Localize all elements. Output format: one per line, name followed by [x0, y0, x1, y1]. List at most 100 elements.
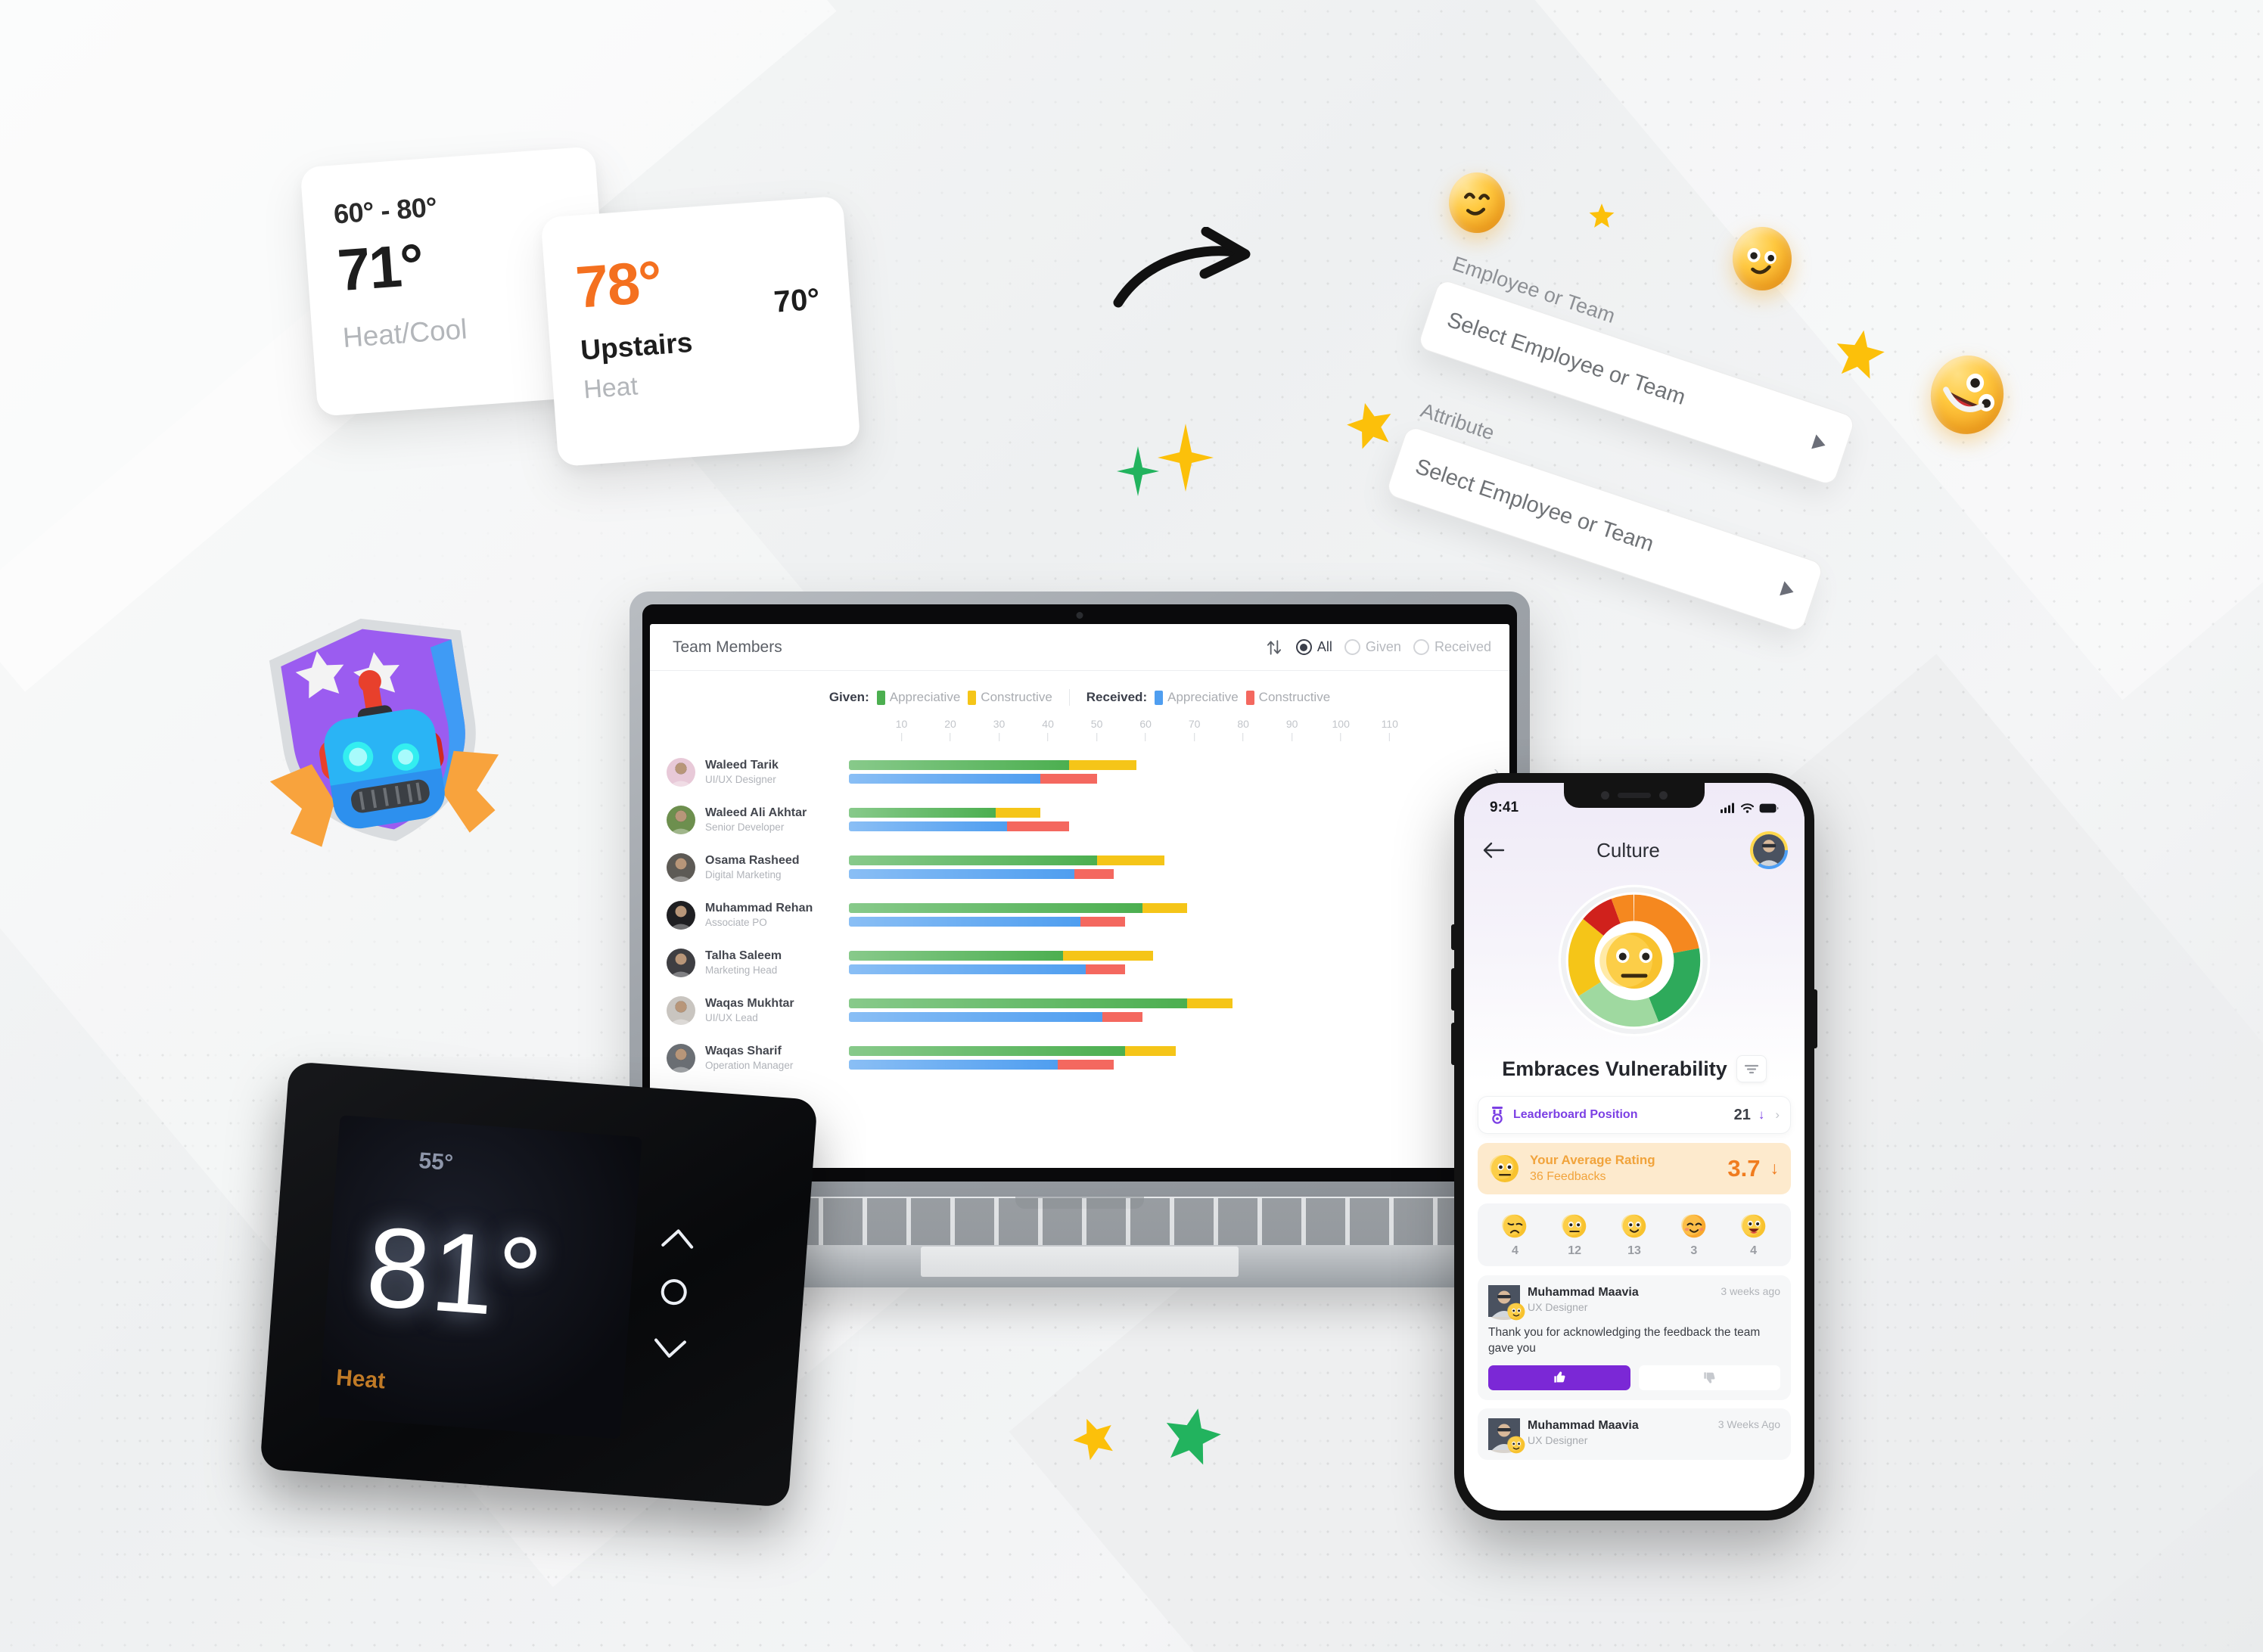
- thermostat-current-temp: 81°: [362, 1202, 548, 1343]
- bar-segment-received-appreciative: [849, 821, 1007, 831]
- yellow-small-star: [1589, 203, 1615, 228]
- bar-segment-given-constructive: [1142, 903, 1188, 913]
- dropdown-caret-icon[interactable]: [1811, 434, 1828, 453]
- axis-tick-label: 60: [1139, 718, 1152, 730]
- axis-tick: 20: [944, 718, 956, 741]
- stacked-bar: [849, 760, 1497, 770]
- table-row[interactable]: Waqas Sharif Operation Manager: [650, 1034, 1509, 1082]
- emoji-col-blush[interactable]: 3: [1680, 1213, 1707, 1258]
- filter-icon[interactable]: [1736, 1055, 1767, 1082]
- bar-segment-given-constructive: [1063, 951, 1154, 961]
- stacked-bar: [849, 1012, 1497, 1022]
- table-row[interactable]: Osama Rasheed Digital Marketing: [650, 843, 1509, 891]
- table-row[interactable]: Waleed Tarik UI/UX Designer ›: [650, 748, 1509, 796]
- thermostat-card-upstairs[interactable]: 78° 70° Upstairs Heat: [540, 195, 861, 467]
- legend-item-given-constructive: Constructive: [968, 690, 1052, 705]
- feedback-author-role-2: UX Designer: [1528, 1434, 1588, 1447]
- member-role: Associate PO: [705, 916, 767, 928]
- attribute-row: Embraces Vulnerability: [1464, 1055, 1804, 1082]
- member-role: Operation Manager: [705, 1059, 794, 1071]
- feedback-card-2: Muhammad Maavia UX Designer 3 Weeks Ago: [1478, 1408, 1791, 1460]
- neutral-face-emoji: [1490, 1154, 1519, 1182]
- bar-segment-given-appreciative: [849, 998, 1188, 1008]
- emoji-col-grin[interactable]: 4: [1740, 1213, 1767, 1258]
- member-avatar: [667, 900, 695, 930]
- phone-top-section: 9:41 Culture Embraces Vulnerability: [1464, 783, 1804, 1082]
- axis-tick-label: 50: [1090, 718, 1103, 730]
- cellular-icon: [1721, 803, 1734, 813]
- phone-mute-switch[interactable]: [1451, 924, 1454, 950]
- table-row[interactable]: Waqas Mukhtar UI/UX Lead: [650, 986, 1509, 1034]
- status-time: 9:41: [1490, 800, 1519, 815]
- feedback-avatar[interactable]: [1488, 1284, 1525, 1321]
- grimace-face-emoji: [1449, 172, 1505, 233]
- filter-radio-all[interactable]: All: [1295, 639, 1332, 655]
- avatar-image: [1752, 834, 1785, 866]
- feedback-timestamp: 3 weeks ago: [1721, 1284, 1780, 1297]
- axis-tick-mark: [1047, 733, 1049, 741]
- axis-tick-label: 90: [1285, 718, 1298, 730]
- laptop-trackpad[interactable]: [921, 1247, 1239, 1277]
- filter-radio-received[interactable]: Received: [1413, 639, 1491, 655]
- chart-legend: Given: Appreciative Constructive Receive…: [650, 671, 1509, 710]
- bar-segment-received-constructive: [1102, 1012, 1142, 1022]
- phone-volume-down-button[interactable]: [1451, 1023, 1454, 1065]
- phone-power-button[interactable]: [1814, 989, 1817, 1048]
- member-identity: Talha Saleem Marketing Head: [705, 949, 849, 977]
- emoji-col-sad[interactable]: 4: [1502, 1213, 1528, 1258]
- feedback-meta-2: Muhammad Maavia UX Designer: [1528, 1418, 1711, 1449]
- thumbs-up-button[interactable]: [1488, 1365, 1630, 1390]
- leaderboard-card[interactable]: Leaderboard Position 21 ↓ ›: [1478, 1096, 1791, 1134]
- axis-tick-label: 110: [1381, 718, 1398, 730]
- bar-segment-received-constructive: [1074, 869, 1114, 879]
- stacked-bar: [849, 821, 1497, 831]
- sort-arrows-icon[interactable]: [1264, 638, 1284, 657]
- stacked-bar: [849, 903, 1497, 913]
- member-bars: [849, 1046, 1509, 1070]
- average-rating-card[interactable]: Your Average Rating 36 Feedbacks 3.7 ↓: [1478, 1143, 1791, 1194]
- feedback-header-2: Muhammad Maavia UX Designer 3 Weeks Ago: [1488, 1418, 1780, 1453]
- member-bars: [849, 856, 1509, 879]
- back-arrow-icon[interactable]: [1482, 841, 1505, 859]
- thermostat-mode: Heat/Cool: [341, 313, 468, 354]
- bar-segment-received-appreciative: [849, 869, 1075, 879]
- emoji-col-slight-smile[interactable]: 13: [1621, 1213, 1647, 1258]
- stacked-bar: [849, 856, 1497, 865]
- axis-tick: 50: [1090, 718, 1103, 741]
- axis-tick-mark: [1389, 733, 1391, 741]
- member-role: Marketing Head: [705, 964, 778, 976]
- axis-tick: 100: [1332, 718, 1350, 741]
- bar-segment-given-appreciative: [849, 760, 1069, 770]
- curved-arrow-icon: [1113, 227, 1251, 308]
- member-bars: [849, 760, 1509, 784]
- chevron-right-icon[interactable]: ›: [1775, 1107, 1780, 1123]
- member-avatar: [667, 852, 695, 882]
- emoji-count-blush: 3: [1690, 1244, 1698, 1257]
- bar-segment-received-appreciative: [849, 1012, 1103, 1022]
- avatar[interactable]: [1749, 831, 1788, 869]
- circle-icon[interactable]: [657, 1275, 691, 1309]
- table-row[interactable]: Waleed Ali Akhtar Senior Developer: [650, 796, 1509, 843]
- legend-divider: [1068, 689, 1070, 706]
- attribute-name: Embraces Vulnerability: [1502, 1057, 1727, 1080]
- axis-tick-mark: [1096, 733, 1098, 741]
- thumbs-down-button[interactable]: [1638, 1365, 1780, 1390]
- feedback-avatar-2[interactable]: [1488, 1418, 1525, 1453]
- phone-volume-up-button[interactable]: [1451, 968, 1454, 1011]
- dropdown-caret-icon-2[interactable]: [1780, 581, 1796, 600]
- legend-text-given-appreciative: Appreciative: [889, 690, 961, 704]
- emoji-col-neutral[interactable]: 12: [1562, 1213, 1587, 1258]
- legend-given-label: Given:: [828, 690, 869, 704]
- legend-swatch-yellow: [968, 690, 977, 705]
- axis-tick: 60: [1139, 718, 1152, 741]
- member-name: Waleed Tarik: [705, 758, 779, 772]
- legend-group-received: Received: Appreciative Constructive: [1086, 690, 1330, 705]
- table-row[interactable]: Muhammad Rehan Associate PO: [650, 891, 1509, 939]
- chevron-down-icon[interactable]: [650, 1335, 689, 1364]
- filter-radio-given[interactable]: Given: [1344, 639, 1401, 655]
- phone-content: Leaderboard Position 21 ↓ › Your Average…: [1464, 1082, 1804, 1460]
- bar-segment-given-constructive: [1096, 856, 1165, 865]
- header-controls: All Given Received: [1264, 638, 1491, 657]
- table-row[interactable]: Talha Saleem Marketing Head: [650, 939, 1509, 986]
- chevron-up-icon[interactable]: [658, 1224, 698, 1253]
